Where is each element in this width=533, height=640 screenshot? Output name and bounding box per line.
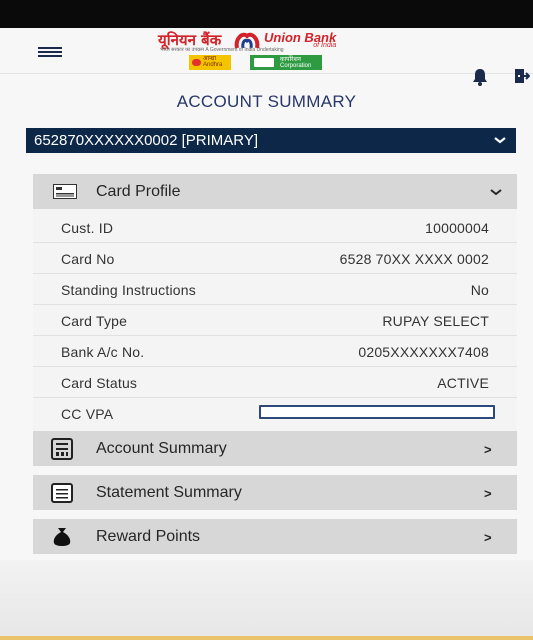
logo-tagline: भारत सरकार का उपक्रम A Government of Ind…: [160, 47, 284, 53]
menu-label: Statement Summary: [96, 484, 242, 501]
row-value: 6528 70XX XXXX 0002: [339, 251, 489, 267]
logout-icon[interactable]: [514, 68, 530, 84]
chevron-right-icon: >: [484, 442, 492, 457]
account-summary-icon: [51, 438, 73, 460]
corporation-badge: कार्पोरेशन Corporation: [250, 55, 322, 70]
card-profile-title: Card Profile: [96, 183, 181, 200]
row-label: Cust. ID: [61, 220, 114, 236]
account-select-value: 652870XXXXXX0002 [PRIMARY]: [34, 132, 259, 149]
row-label: Card No: [61, 251, 115, 267]
row-label: Bank A/c No.: [61, 344, 145, 360]
card-profile-panel: Card Profile Cust. ID 10000004 Card No 6…: [33, 174, 517, 438]
union-bank-logo: यूनियन बैंक Union Bank of India भारत सरका…: [158, 30, 373, 70]
chevron-right-icon: >: [484, 486, 492, 501]
app-header: यूनियन बैंक Union Bank of India भारत सरका…: [0, 28, 533, 86]
profile-row-card-no: Card No 6528 70XX XXXX 0002: [33, 243, 517, 274]
profile-row-bank-account: Bank A/c No. 0205XXXXXXX7408: [33, 336, 517, 367]
footer-accent-line: [0, 636, 533, 640]
menu-reward-points[interactable]: Reward Points >: [33, 519, 517, 554]
profile-row-card-status: Card Status ACTIVE: [33, 367, 517, 398]
row-value: ACTIVE: [437, 375, 489, 391]
row-value: 10000004: [425, 220, 489, 236]
row-value: 0205XXXXXXX7408: [358, 344, 489, 360]
row-value: RUPAY SELECT: [382, 313, 489, 329]
bell-icon[interactable]: [472, 68, 488, 86]
profile-row-cc-vpa: CC VPA: [33, 398, 517, 429]
account-select-dropdown[interactable]: 652870XXXXXX0002 [PRIMARY]: [26, 128, 516, 153]
hamburger-menu-icon[interactable]: [38, 47, 62, 57]
andhra-badge: आन्ध्रा Andhra: [189, 55, 231, 70]
statement-icon: [51, 483, 73, 503]
footer-area: [0, 560, 533, 640]
card-profile-header[interactable]: Card Profile: [33, 174, 517, 209]
status-bar: [0, 0, 533, 28]
row-label: Card Type: [61, 313, 128, 329]
money-bag-icon: [53, 528, 71, 546]
menu-account-summary[interactable]: Account Summary >: [33, 431, 517, 466]
profile-row-cust-id: Cust. ID 10000004: [33, 212, 517, 243]
chevron-right-icon: >: [484, 530, 492, 545]
profile-row-standing-instructions: Standing Instructions No: [33, 274, 517, 305]
row-label: Card Status: [61, 375, 138, 391]
row-value: No: [470, 282, 489, 298]
page-title: ACCOUNT SUMMARY: [176, 92, 357, 111]
menu-label: Reward Points: [96, 528, 201, 545]
row-label: CC VPA: [61, 406, 114, 422]
profile-row-card-type: Card Type RUPAY SELECT: [33, 305, 517, 336]
credit-card-icon: [53, 184, 77, 199]
menu-label: Account Summary: [96, 440, 227, 457]
row-label: Standing Instructions: [61, 282, 196, 298]
chevron-down-icon: [494, 137, 506, 144]
menu-statement-summary[interactable]: Statement Summary >: [33, 475, 517, 510]
cc-vpa-field[interactable]: [259, 405, 495, 419]
chevron-down-icon: [490, 189, 502, 196]
